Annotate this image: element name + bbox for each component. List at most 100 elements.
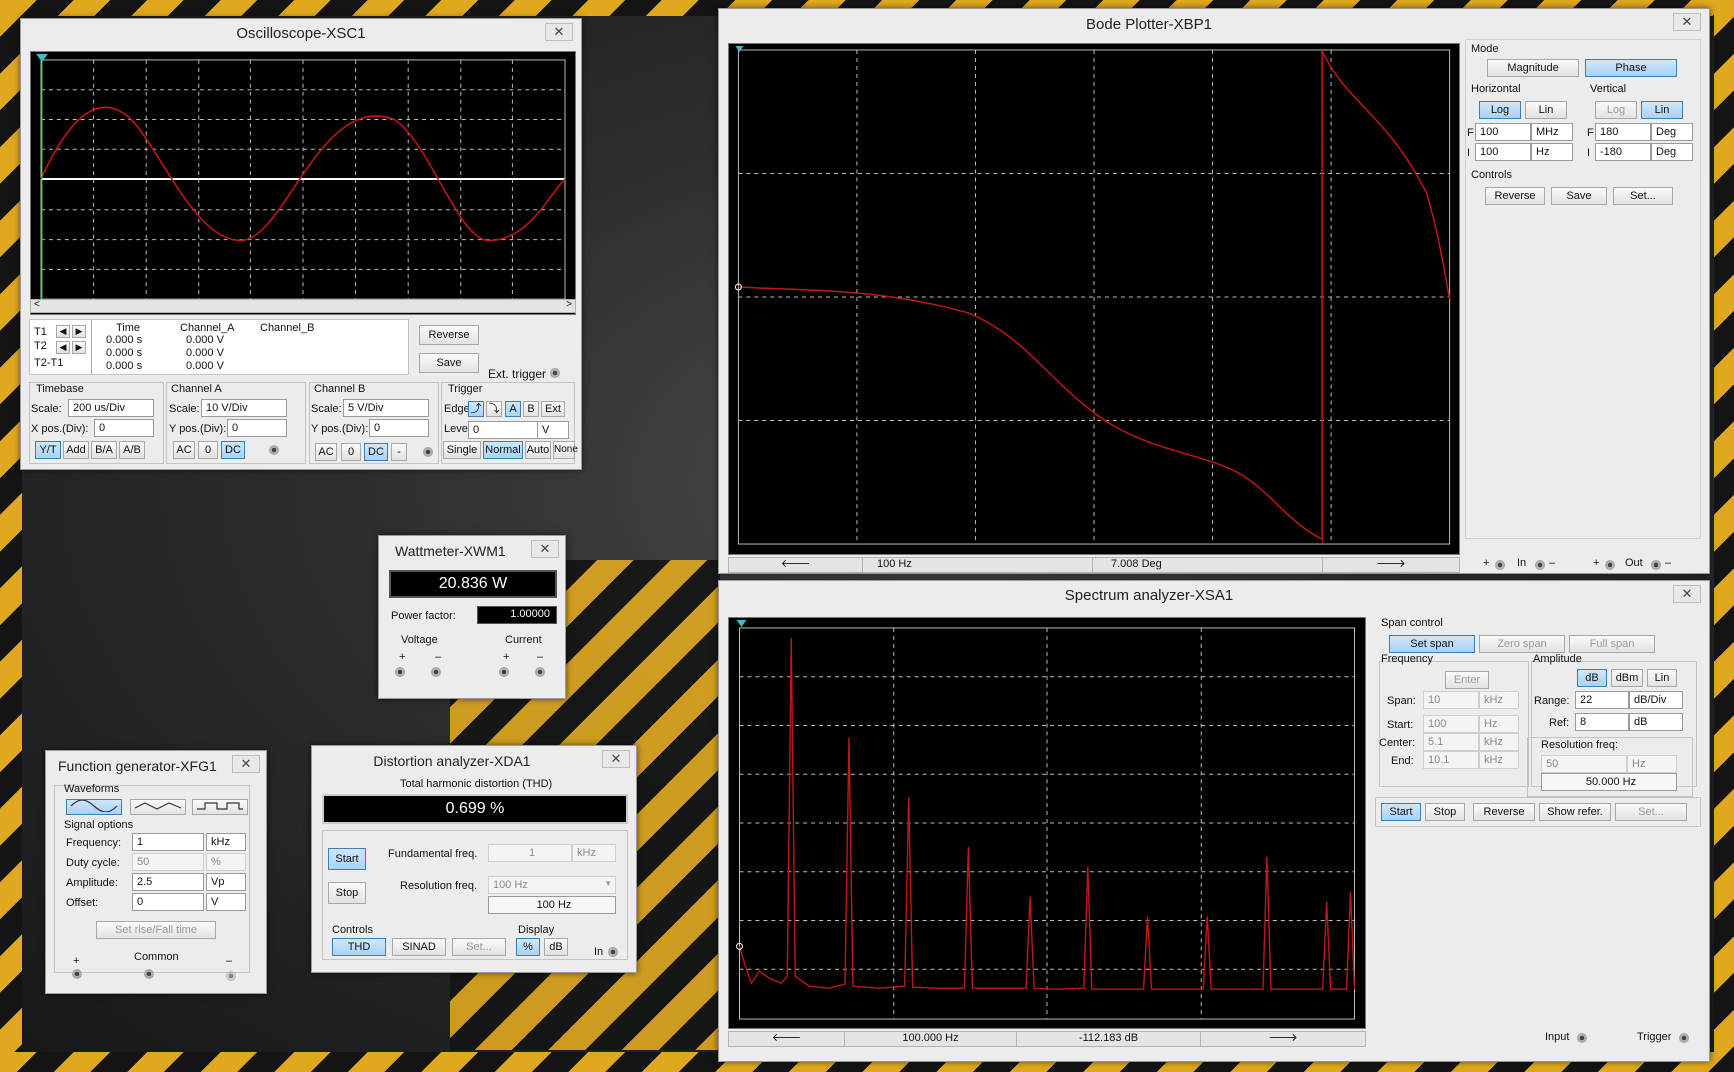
resolution-freq-select[interactable]: 100 Hz bbox=[488, 876, 616, 894]
ab-button[interactable]: A/B bbox=[119, 441, 145, 459]
current-plus-terminal[interactable] bbox=[499, 667, 509, 677]
channel-b-zero-button[interactable]: 0 bbox=[341, 443, 361, 461]
ext-trigger-terminal[interactable] bbox=[550, 368, 560, 378]
sinad-button[interactable]: SINAD bbox=[392, 938, 446, 956]
set-rise-fall-button[interactable]: Set rise/Fall time bbox=[96, 921, 216, 939]
channel-a-ac-button[interactable]: AC bbox=[173, 441, 195, 459]
enter-button[interactable]: Enter bbox=[1445, 671, 1489, 689]
distortion-analyzer-window[interactable]: Distortion analyzer-XDA1 ✕ Total harmoni… bbox=[311, 745, 637, 973]
set-span-button[interactable]: Set span bbox=[1389, 635, 1475, 653]
amplitude-lin-button[interactable]: Lin bbox=[1647, 669, 1677, 687]
channel-a-scale-input[interactable]: 10 V/Div bbox=[201, 399, 287, 417]
yt-button[interactable]: Y/T bbox=[35, 441, 61, 459]
close-button[interactable]: ✕ bbox=[1673, 585, 1701, 603]
close-button[interactable]: ✕ bbox=[545, 23, 573, 41]
set-button[interactable]: Set... bbox=[452, 938, 506, 956]
offset-input[interactable]: 0 bbox=[132, 893, 204, 911]
amplitude-unit[interactable]: Vp bbox=[206, 873, 246, 891]
plus-terminal[interactable] bbox=[72, 969, 82, 979]
wattmeter-window[interactable]: Wattmeter-XWM1 ✕ 20.836 W Power factor: … bbox=[378, 535, 566, 699]
rising-edge-icon[interactable]: ⤴ bbox=[468, 401, 484, 417]
spectrum-screen[interactable] bbox=[728, 617, 1366, 1029]
cursor-right-button[interactable]: 🡒 bbox=[1201, 1032, 1365, 1046]
channel-b-ac-button[interactable]: AC bbox=[315, 443, 337, 461]
fundamental-freq-input[interactable]: 1 bbox=[488, 844, 572, 862]
start-button[interactable]: Start bbox=[328, 848, 366, 870]
spectrum-stop-button[interactable]: Stop bbox=[1425, 803, 1465, 821]
ba-button[interactable]: B/A bbox=[91, 441, 117, 459]
triangle-wave-button[interactable] bbox=[130, 799, 186, 815]
thd-button[interactable]: THD bbox=[332, 938, 386, 956]
level-unit[interactable]: V bbox=[537, 421, 569, 439]
cursor-right-button[interactable]: 🡒 bbox=[1323, 558, 1459, 572]
spectrum-reverse-button[interactable]: Reverse bbox=[1473, 803, 1535, 821]
channel-a-zero-button[interactable]: 0 bbox=[198, 441, 218, 459]
reverse-button[interactable]: Reverse bbox=[419, 325, 479, 345]
span-unit[interactable]: kHz bbox=[1479, 691, 1519, 709]
spectrum-start-button[interactable]: Start bbox=[1381, 803, 1421, 821]
voltage-minus-terminal[interactable] bbox=[431, 667, 441, 677]
horizontal-scrollbar[interactable]: < > bbox=[30, 299, 576, 313]
bode-screen[interactable] bbox=[728, 43, 1460, 555]
close-button[interactable]: ✕ bbox=[531, 540, 559, 558]
current-minus-terminal[interactable] bbox=[535, 667, 545, 677]
span-input[interactable]: 10 bbox=[1423, 691, 1479, 709]
start-freq-unit[interactable]: Hz bbox=[1479, 715, 1519, 733]
input-terminal[interactable] bbox=[1577, 1033, 1587, 1043]
fundamental-freq-unit[interactable]: kHz bbox=[572, 844, 616, 862]
single-button[interactable]: Single bbox=[443, 441, 481, 459]
channel-b-dc-button[interactable]: DC bbox=[364, 443, 388, 461]
channel-b-ypos-input[interactable]: 0 bbox=[369, 419, 429, 437]
t2-left-arrow-button[interactable]: ◀ bbox=[56, 341, 70, 354]
close-button[interactable]: ✕ bbox=[232, 755, 260, 773]
oscilloscope-window[interactable]: Oscilloscope-XSC1 ✕ < > T1 T2 T2-T1 ◀ ▶ … bbox=[20, 18, 582, 470]
save-button[interactable]: Save bbox=[419, 353, 479, 373]
t2-right-arrow-button[interactable]: ▶ bbox=[72, 341, 86, 354]
full-span-button[interactable]: Full span bbox=[1569, 635, 1655, 653]
amplitude-input[interactable]: 2.5 bbox=[132, 873, 204, 891]
channel-b-terminal[interactable] bbox=[423, 447, 433, 457]
out-plus-terminal[interactable] bbox=[1605, 560, 1615, 570]
zero-span-button[interactable]: Zero span bbox=[1479, 635, 1565, 653]
range-unit[interactable]: dB/Div bbox=[1629, 691, 1683, 709]
trigger-b-button[interactable]: B bbox=[523, 401, 539, 417]
trigger-a-button[interactable]: A bbox=[505, 401, 521, 417]
resolution-freq-unit[interactable]: Hz bbox=[1627, 755, 1677, 773]
falling-edge-icon[interactable]: ⤵ bbox=[486, 401, 502, 417]
function-generator-window[interactable]: Function generator-XFG1 ✕ Waveforms Sign… bbox=[45, 750, 267, 994]
trigger-terminal[interactable] bbox=[1679, 1033, 1689, 1043]
auto-button[interactable]: Auto bbox=[525, 441, 551, 459]
cursor-left-button[interactable]: 🡐 bbox=[729, 1032, 845, 1046]
channel-a-terminal[interactable] bbox=[269, 445, 279, 455]
amplitude-db-button[interactable]: dB bbox=[1577, 669, 1607, 687]
square-wave-button[interactable] bbox=[192, 799, 248, 815]
spectrum-analyzer-window[interactable]: Spectrum analyzer-XSA1 ✕ 🡐 100.000 Hz -1… bbox=[718, 580, 1710, 1062]
range-input[interactable]: 22 bbox=[1575, 691, 1629, 709]
channel-a-dc-button[interactable]: DC bbox=[221, 441, 245, 459]
frequency-input[interactable]: 1 bbox=[132, 833, 204, 851]
xpos-input[interactable]: 0 bbox=[94, 419, 154, 437]
in-terminal[interactable] bbox=[608, 947, 618, 957]
center-freq-unit[interactable]: kHz bbox=[1479, 733, 1519, 751]
db-button[interactable]: dB bbox=[544, 938, 568, 956]
ref-unit[interactable]: dB bbox=[1629, 713, 1683, 731]
minus-terminal[interactable] bbox=[226, 971, 236, 981]
end-freq-input[interactable]: 10.1 bbox=[1423, 751, 1479, 769]
scroll-right-icon[interactable]: > bbox=[566, 299, 572, 310]
none-button[interactable]: None bbox=[553, 441, 578, 459]
channel-a-ypos-input[interactable]: 0 bbox=[227, 419, 287, 437]
stop-button[interactable]: Stop bbox=[328, 882, 366, 904]
channel-b-scale-input[interactable]: 5 V/Div bbox=[343, 399, 429, 417]
channel-b-minus-button[interactable]: - bbox=[391, 443, 407, 461]
show-refer-button[interactable]: Show refer. bbox=[1539, 803, 1611, 821]
center-freq-input[interactable]: 5.1 bbox=[1423, 733, 1479, 751]
cursor-left-button[interactable]: 🡐 bbox=[729, 558, 863, 572]
end-freq-unit[interactable]: kHz bbox=[1479, 751, 1519, 769]
duty-cycle-input[interactable]: 50 bbox=[132, 853, 204, 871]
frequency-unit[interactable]: kHz bbox=[206, 833, 246, 851]
resolution-freq-input[interactable]: 50 bbox=[1541, 755, 1627, 773]
duty-cycle-unit[interactable]: % bbox=[206, 853, 246, 871]
voltage-plus-terminal[interactable] bbox=[395, 667, 405, 677]
scroll-left-icon[interactable]: < bbox=[34, 299, 40, 310]
amplitude-dbm-button[interactable]: dBm bbox=[1611, 669, 1643, 687]
